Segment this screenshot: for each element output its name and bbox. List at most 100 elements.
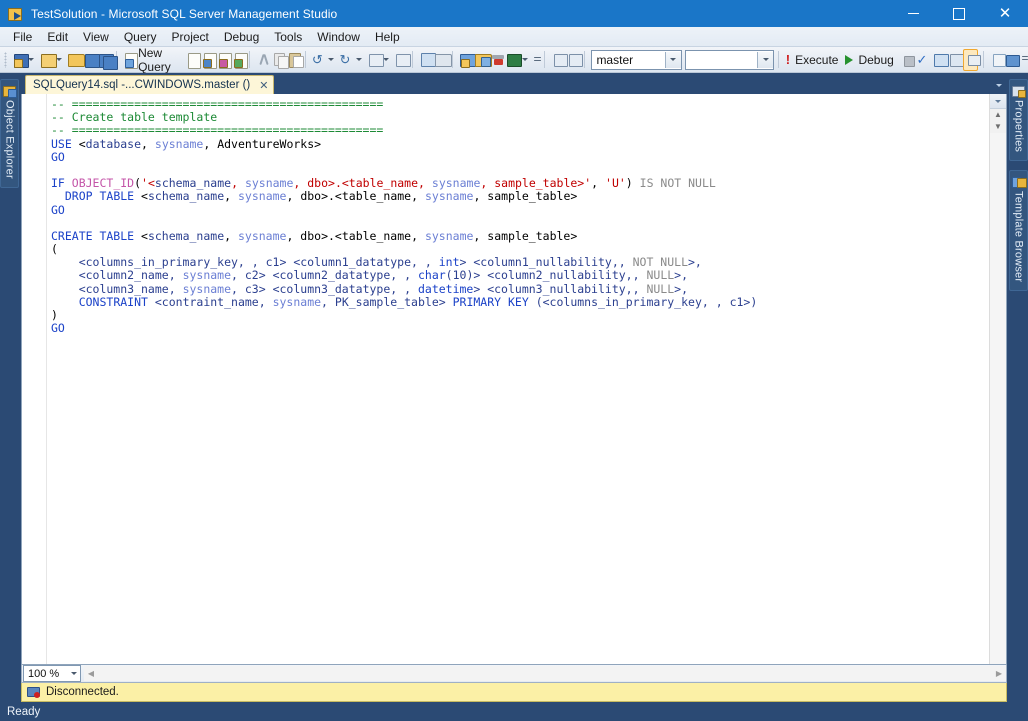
undo-icon[interactable]: ↺ (311, 50, 325, 70)
save-all-icon[interactable] (97, 50, 111, 70)
code-token: sysname (183, 282, 231, 296)
menu-item-tools[interactable]: Tools (267, 29, 309, 45)
code-token: IS NOT NULL (640, 176, 716, 190)
editor-gutter (22, 94, 47, 664)
database-combo-arrow[interactable] (665, 52, 681, 68)
code-token: sysname (183, 268, 231, 282)
editor-code-content[interactable]: -- =====================================… (47, 94, 989, 664)
code-token: <column3_name, (51, 282, 183, 296)
database-combo[interactable]: master (591, 50, 682, 70)
code-token: , dbo>.< (293, 176, 348, 190)
debug-button[interactable]: Debug (856, 53, 897, 67)
cut-icon[interactable] (255, 50, 269, 70)
sidebar-item-object-explorer[interactable]: Object Explorer (0, 79, 19, 188)
editor-vertical-scrollbar[interactable]: ▲ ▼ (989, 94, 1006, 664)
new-item-icon[interactable] (11, 50, 25, 70)
display-estimated-plan-icon[interactable] (931, 50, 945, 70)
scroll-left-arrow-icon[interactable]: ◀ (84, 669, 98, 678)
new-item-dropdown-icon[interactable] (28, 58, 34, 61)
new-mdx-query-icon[interactable] (215, 50, 229, 70)
sidebar-item-properties[interactable]: Properties (1009, 79, 1028, 161)
results-dropdown-icon[interactable] (522, 58, 528, 61)
code-token: >, (674, 282, 688, 296)
document-tab-close-icon[interactable]: ✕ (259, 79, 268, 92)
save-icon[interactable] (82, 50, 96, 70)
copy-icon[interactable] (271, 50, 285, 70)
include-client-statistics-icon[interactable] (989, 50, 1003, 70)
navigate-forward-icon[interactable] (393, 50, 407, 70)
zoom-level-arrow[interactable] (67, 667, 80, 680)
title-bar: TestSolution - Microsoft SQL Server Mana… (0, 0, 1028, 27)
open-file-icon[interactable] (66, 50, 80, 70)
results-target-icon[interactable] (1004, 50, 1018, 70)
close-button[interactable]: ✕ (982, 0, 1028, 27)
tab-list-dropdown-icon[interactable] (992, 79, 1005, 92)
new-analysis-query-icon[interactable] (200, 50, 214, 70)
editor-horizontal-scrollbar[interactable]: ◀ ▶ (84, 666, 1006, 681)
sidebar-item-template-browser[interactable]: Template Browser (1009, 170, 1028, 291)
sql-editor[interactable]: -- =====================================… (21, 94, 1007, 665)
status-ready-text: Ready (7, 706, 40, 718)
new-project-icon[interactable] (38, 50, 52, 70)
menu-item-file[interactable]: File (6, 29, 39, 45)
paste-icon[interactable] (286, 50, 300, 70)
maximize-button[interactable] (936, 0, 982, 27)
scroll-down-arrow-icon[interactable]: ▼ (994, 121, 1002, 133)
menu-item-query[interactable]: Query (117, 29, 164, 45)
scroll-up-arrow-icon[interactable]: ▲ (994, 109, 1002, 121)
redo-dropdown-icon[interactable] (356, 58, 362, 61)
scroll-right-arrow-icon[interactable]: ▶ (992, 669, 1006, 678)
code-token: ( (134, 176, 141, 190)
code-line: CREATE TABLE <schema_name, sysname, dbo>… (51, 230, 989, 243)
menu-item-project[interactable]: Project (165, 29, 216, 45)
code-token: 'U' (605, 176, 626, 190)
new-query-button[interactable]: New Query (136, 46, 183, 74)
menu-item-help[interactable]: Help (368, 29, 407, 45)
code-token: <columns_in_primary_key, , c1> <column1_… (51, 255, 439, 269)
navigate-backward-dropdown-icon[interactable] (383, 58, 389, 61)
editor-split-handle[interactable] (990, 94, 1006, 109)
stop-icon[interactable] (899, 50, 913, 70)
menu-item-window[interactable]: Window (310, 29, 367, 45)
results-to-text-icon[interactable] (473, 50, 487, 70)
new-db-engine-query-icon[interactable] (184, 50, 198, 70)
toolbar-grip[interactable] (4, 52, 7, 68)
execute-icon[interactable]: ! (783, 52, 793, 67)
include-actual-plan-icon[interactable] (963, 49, 979, 71)
new-query-icon[interactable] (121, 50, 135, 70)
minimize-button[interactable] (890, 0, 936, 27)
window-title: TestSolution - Microsoft SQL Server Mana… (31, 7, 337, 21)
document-tab-sqlquery14[interactable]: SQLQuery14.sql -...CWINDOWS.master () ✕ (25, 75, 274, 94)
query-designer-icon[interactable] (489, 50, 503, 70)
find-icon[interactable] (418, 50, 432, 70)
navigate-backward-icon[interactable] (366, 50, 380, 70)
code-token: datetime (418, 282, 473, 296)
comment-icon[interactable] (550, 50, 564, 70)
parse-icon[interactable]: ✓ (913, 52, 930, 68)
code-token: <contraint_name, (155, 295, 273, 309)
query-options-panel-icon[interactable] (947, 50, 961, 70)
zoom-level-combo[interactable]: 100 % (23, 665, 81, 682)
debug-play-icon[interactable] (845, 55, 853, 65)
menu-item-debug[interactable]: Debug (217, 29, 266, 45)
indent-icon[interactable] (1020, 50, 1027, 70)
undo-dropdown-icon[interactable] (328, 58, 334, 61)
menu-item-view[interactable]: View (76, 29, 116, 45)
execute-button[interactable]: Execute (793, 53, 842, 67)
availability-group-arrow[interactable] (757, 52, 773, 68)
code-token: , (418, 176, 432, 190)
code-token: ' (141, 176, 148, 190)
code-line: GO (51, 151, 989, 164)
results-to-file-icon[interactable] (504, 50, 518, 70)
query-options-icon[interactable] (433, 50, 447, 70)
scroll-track[interactable] (990, 133, 1006, 664)
redo-icon[interactable]: ↻ (338, 50, 352, 70)
uncomment-icon[interactable] (565, 50, 579, 70)
availability-group-combo[interactable] (685, 50, 774, 70)
new-dmx-query-icon[interactable] (231, 50, 245, 70)
horizontal-scroll-track[interactable] (98, 666, 992, 681)
menu-item-edit[interactable]: Edit (40, 29, 75, 45)
results-to-grid-icon[interactable] (458, 50, 472, 70)
toolbar-overflow-icon[interactable] (532, 50, 539, 70)
code-token: GO (51, 203, 65, 217)
